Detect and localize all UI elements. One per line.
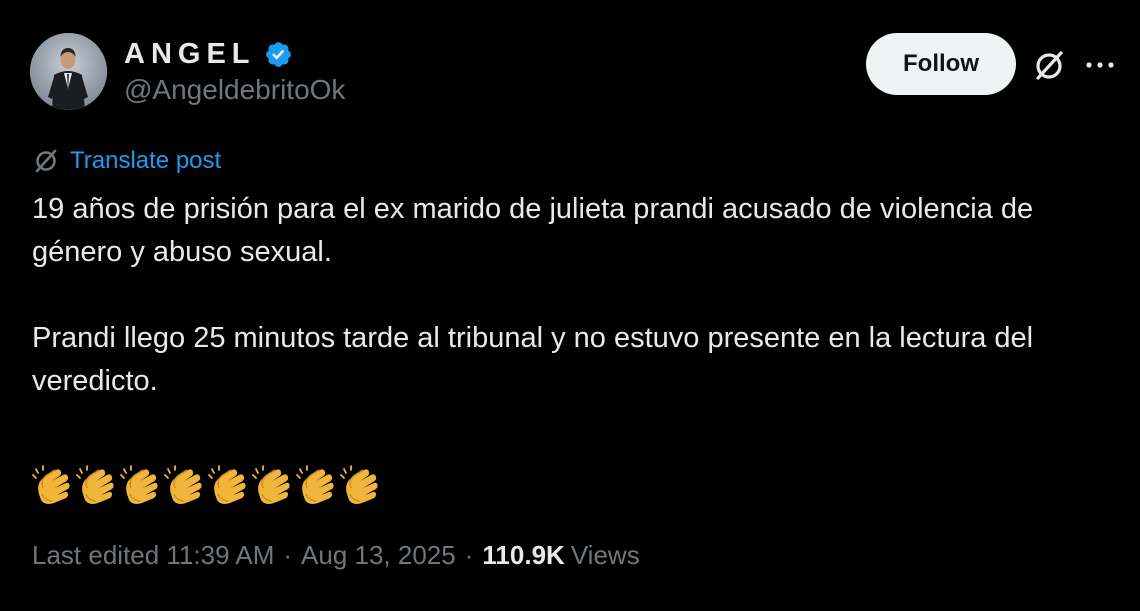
clapping-hands-icon: [252, 465, 290, 504]
post-body: 19 años de prisión para el ex marido de …: [32, 188, 1092, 403]
clapping-hands-icon: [32, 465, 70, 504]
verified-badge-icon[interactable]: [264, 40, 293, 69]
author-display-name[interactable]: ANGEL: [124, 38, 256, 71]
avatar[interactable]: [30, 33, 107, 110]
emoji-row: [30, 464, 379, 505]
clapping-hands-icon: [76, 465, 114, 504]
grok-translate-icon: [35, 149, 57, 173]
avatar-image: [30, 33, 107, 110]
clapping-hands-icon: [340, 465, 378, 504]
post-date[interactable]: Aug 13, 2025: [301, 540, 456, 571]
translate-post-link[interactable]: Translate post: [32, 147, 221, 175]
follow-button[interactable]: Follow: [866, 33, 1016, 95]
clapping-hands-icon: [120, 465, 158, 504]
author-handle[interactable]: @AngeldebritoOk: [124, 74, 345, 106]
views-label: Views: [570, 540, 640, 570]
clapping-hands-icon: [296, 465, 334, 504]
post-paragraph: 19 años de prisión para el ex marido de …: [32, 193, 1034, 268]
author-name-row[interactable]: ANGEL: [124, 36, 293, 72]
last-edited-link[interactable]: Last edited 11:39 AM: [32, 540, 274, 571]
more-horizontal-icon[interactable]: [1082, 52, 1118, 78]
post-meta: Last edited 11:39 AM · Aug 13, 2025 · 11…: [32, 540, 640, 571]
clapping-hands-icon: [208, 465, 246, 504]
views-count: 110.9K: [482, 540, 565, 570]
clapping-hands-icon: [164, 465, 202, 504]
meta-separator: ·: [464, 540, 474, 570]
meta-separator: ·: [283, 540, 293, 570]
grok-slash-icon[interactable]: [1031, 48, 1067, 84]
post-paragraph: Prandi llego 25 minutos tarde al tribuna…: [32, 322, 1034, 397]
translate-post-label[interactable]: Translate post: [70, 147, 221, 175]
